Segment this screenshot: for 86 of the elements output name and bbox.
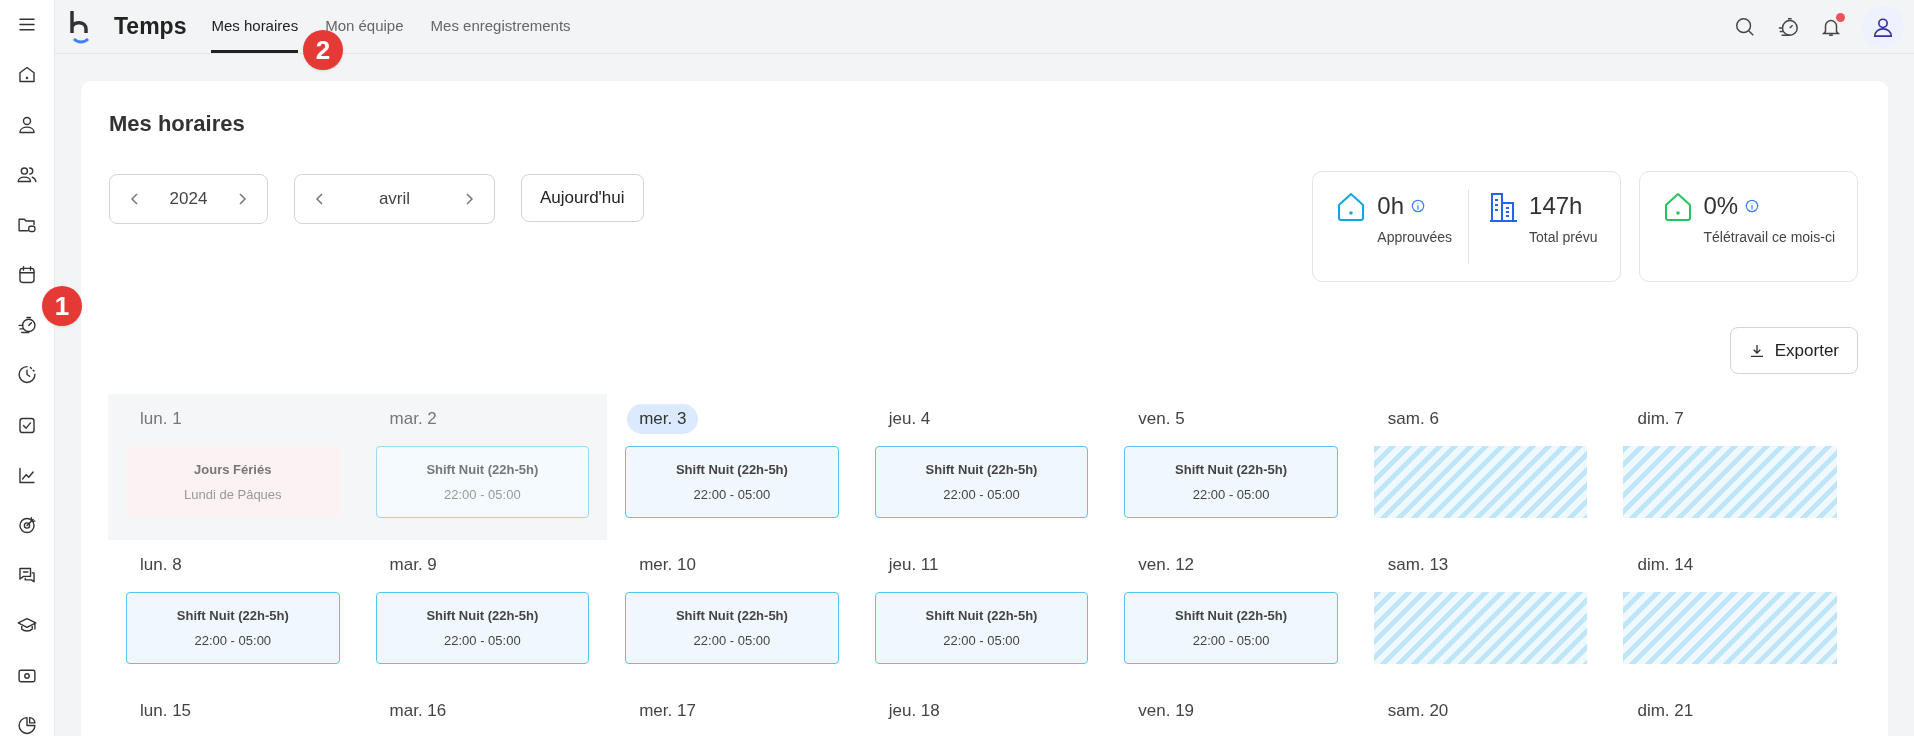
logo-icon bbox=[68, 8, 92, 45]
entry-time: 22:00 - 05:00 bbox=[444, 485, 521, 504]
entry-title: Jours Fériés bbox=[194, 461, 272, 479]
download-icon bbox=[1748, 342, 1765, 359]
stat-value: 0% bbox=[1703, 191, 1739, 221]
shift-card[interactable]: Shift Nuit (22h-5h) 22:00 - 05:00 bbox=[126, 592, 340, 664]
entry-title: Shift Nuit (22h-5h) bbox=[675, 607, 788, 625]
nav-tab[interactable]: Mes enregistrements bbox=[430, 0, 571, 53]
day-label: mer. 10 bbox=[638, 554, 697, 576]
stopwatch-icon[interactable] bbox=[1776, 15, 1800, 38]
day-label: mar. 2 bbox=[388, 408, 438, 430]
stat-value: 147h bbox=[1529, 191, 1583, 221]
day-label: sam. 6 bbox=[1386, 408, 1440, 430]
info-icon[interactable] bbox=[1745, 199, 1760, 213]
pie-chart-icon[interactable] bbox=[16, 714, 38, 736]
picker-value: avril bbox=[377, 188, 412, 211]
entry-title: Shift Nuit (22h-5h) bbox=[675, 461, 788, 479]
day-label: lun. 8 bbox=[139, 554, 183, 576]
month-picker[interactable]: avril bbox=[294, 174, 495, 224]
chevron-right-icon[interactable] bbox=[464, 192, 474, 206]
shift-card[interactable]: Shift Nuit (22h-5h) 22:00 - 05:00 bbox=[1124, 446, 1338, 518]
export-button[interactable]: Exporter bbox=[1729, 327, 1858, 374]
entry-time: 22:00 - 05:00 bbox=[444, 631, 521, 650]
entry-title: Shift Nuit (22h-5h) bbox=[925, 607, 1038, 625]
app-title: Temps bbox=[114, 12, 187, 42]
stat-label: Total prévu bbox=[1529, 228, 1598, 247]
day-label: sam. 13 bbox=[1386, 554, 1450, 576]
day-label: lun. 15 bbox=[139, 700, 193, 722]
stat-label: Approuvées bbox=[1377, 228, 1453, 247]
stopwatch-icon[interactable] bbox=[16, 314, 38, 336]
day-label: mer. 17 bbox=[638, 700, 697, 722]
entry-title: Shift Nuit (22h-5h) bbox=[176, 607, 289, 625]
today-button[interactable]: Aujourd'hui bbox=[521, 174, 644, 222]
shift-card[interactable]: Shift Nuit (22h-5h) 22:00 - 05:00 bbox=[874, 592, 1089, 664]
chevron-left-icon[interactable] bbox=[315, 192, 325, 206]
day-label: ven. 19 bbox=[1137, 700, 1196, 722]
entry-title: Shift Nuit (22h-5h) bbox=[925, 461, 1038, 479]
step-marker: 1 bbox=[42, 286, 82, 326]
entry-time: 22:00 - 05:00 bbox=[943, 485, 1020, 504]
entry-time: 22:00 - 05:00 bbox=[693, 485, 771, 504]
day-label: jeu. 11 bbox=[887, 554, 940, 576]
day-label: sam. 20 bbox=[1386, 700, 1450, 722]
chevron-left-icon[interactable] bbox=[130, 192, 140, 206]
entry-title: Shift Nuit (22h-5h) bbox=[1175, 461, 1288, 479]
entry-time: 22:00 - 05:00 bbox=[1192, 631, 1270, 650]
day-label: mer. 3 bbox=[627, 404, 699, 434]
stat-label: Télétravail ce mois-ci bbox=[1703, 228, 1835, 247]
entry-title: Shift Nuit (22h-5h) bbox=[1175, 607, 1288, 625]
year-picker[interactable]: 2024 bbox=[109, 174, 268, 224]
stat-value: 0h bbox=[1377, 191, 1404, 221]
day-label: dim. 21 bbox=[1636, 700, 1695, 722]
clock-icon[interactable] bbox=[16, 364, 38, 386]
day-label: mar. 9 bbox=[388, 554, 438, 576]
calendar-icon[interactable] bbox=[16, 264, 38, 286]
picker-value: 2024 bbox=[168, 188, 209, 211]
step-marker: 2 bbox=[303, 30, 343, 70]
shift-card[interactable]: Shift Nuit (22h-5h) 22:00 - 05:00 bbox=[874, 446, 1089, 518]
day-label: ven. 12 bbox=[1137, 554, 1196, 576]
entry-time: Lundi de Pâques bbox=[184, 485, 282, 504]
day-label: mar. 16 bbox=[388, 700, 448, 722]
shift-card[interactable]: Shift Nuit (22h-5h) 22:00 - 05:00 bbox=[625, 592, 839, 664]
nav-tab[interactable]: Mes horaires bbox=[211, 0, 299, 53]
entry-time: 22:00 - 05:00 bbox=[943, 631, 1020, 650]
page-title: Mes horaires bbox=[109, 110, 246, 138]
day-label: dim. 7 bbox=[1636, 408, 1685, 430]
user-icon[interactable] bbox=[16, 114, 38, 136]
shift-card[interactable]: Shift Nuit (22h-5h) 22:00 - 05:00 bbox=[1124, 592, 1338, 664]
shift-card[interactable]: Shift Nuit (22h-5h) 22:00 - 05:00 bbox=[375, 592, 590, 664]
user-icon bbox=[1872, 15, 1894, 38]
day-label: dim. 14 bbox=[1636, 554, 1695, 576]
shift-card[interactable]: Shift Nuit (22h-5h) 22:00 - 05:00 bbox=[625, 446, 839, 518]
entry-time: 22:00 - 05:00 bbox=[693, 631, 771, 650]
day-label: jeu. 4 bbox=[887, 408, 932, 430]
info-icon[interactable] bbox=[1411, 199, 1425, 213]
profile-button[interactable] bbox=[1862, 5, 1904, 48]
entry-time: 22:00 - 05:00 bbox=[194, 631, 272, 650]
search-icon[interactable] bbox=[1734, 15, 1756, 38]
entry-title: Shift Nuit (22h-5h) bbox=[426, 607, 539, 625]
shift-card[interactable]: Shift Nuit (22h-5h) 22:00 - 05:00 bbox=[375, 446, 590, 518]
entry-time: 22:00 - 05:00 bbox=[1192, 485, 1270, 504]
chevron-right-icon[interactable] bbox=[237, 192, 247, 206]
entry-title: Shift Nuit (22h-5h) bbox=[426, 461, 539, 479]
target-icon[interactable] bbox=[16, 514, 38, 536]
day-label: jeu. 18 bbox=[887, 700, 941, 722]
day-label: lun. 1 bbox=[139, 408, 183, 430]
day-label: ven. 5 bbox=[1137, 408, 1186, 430]
